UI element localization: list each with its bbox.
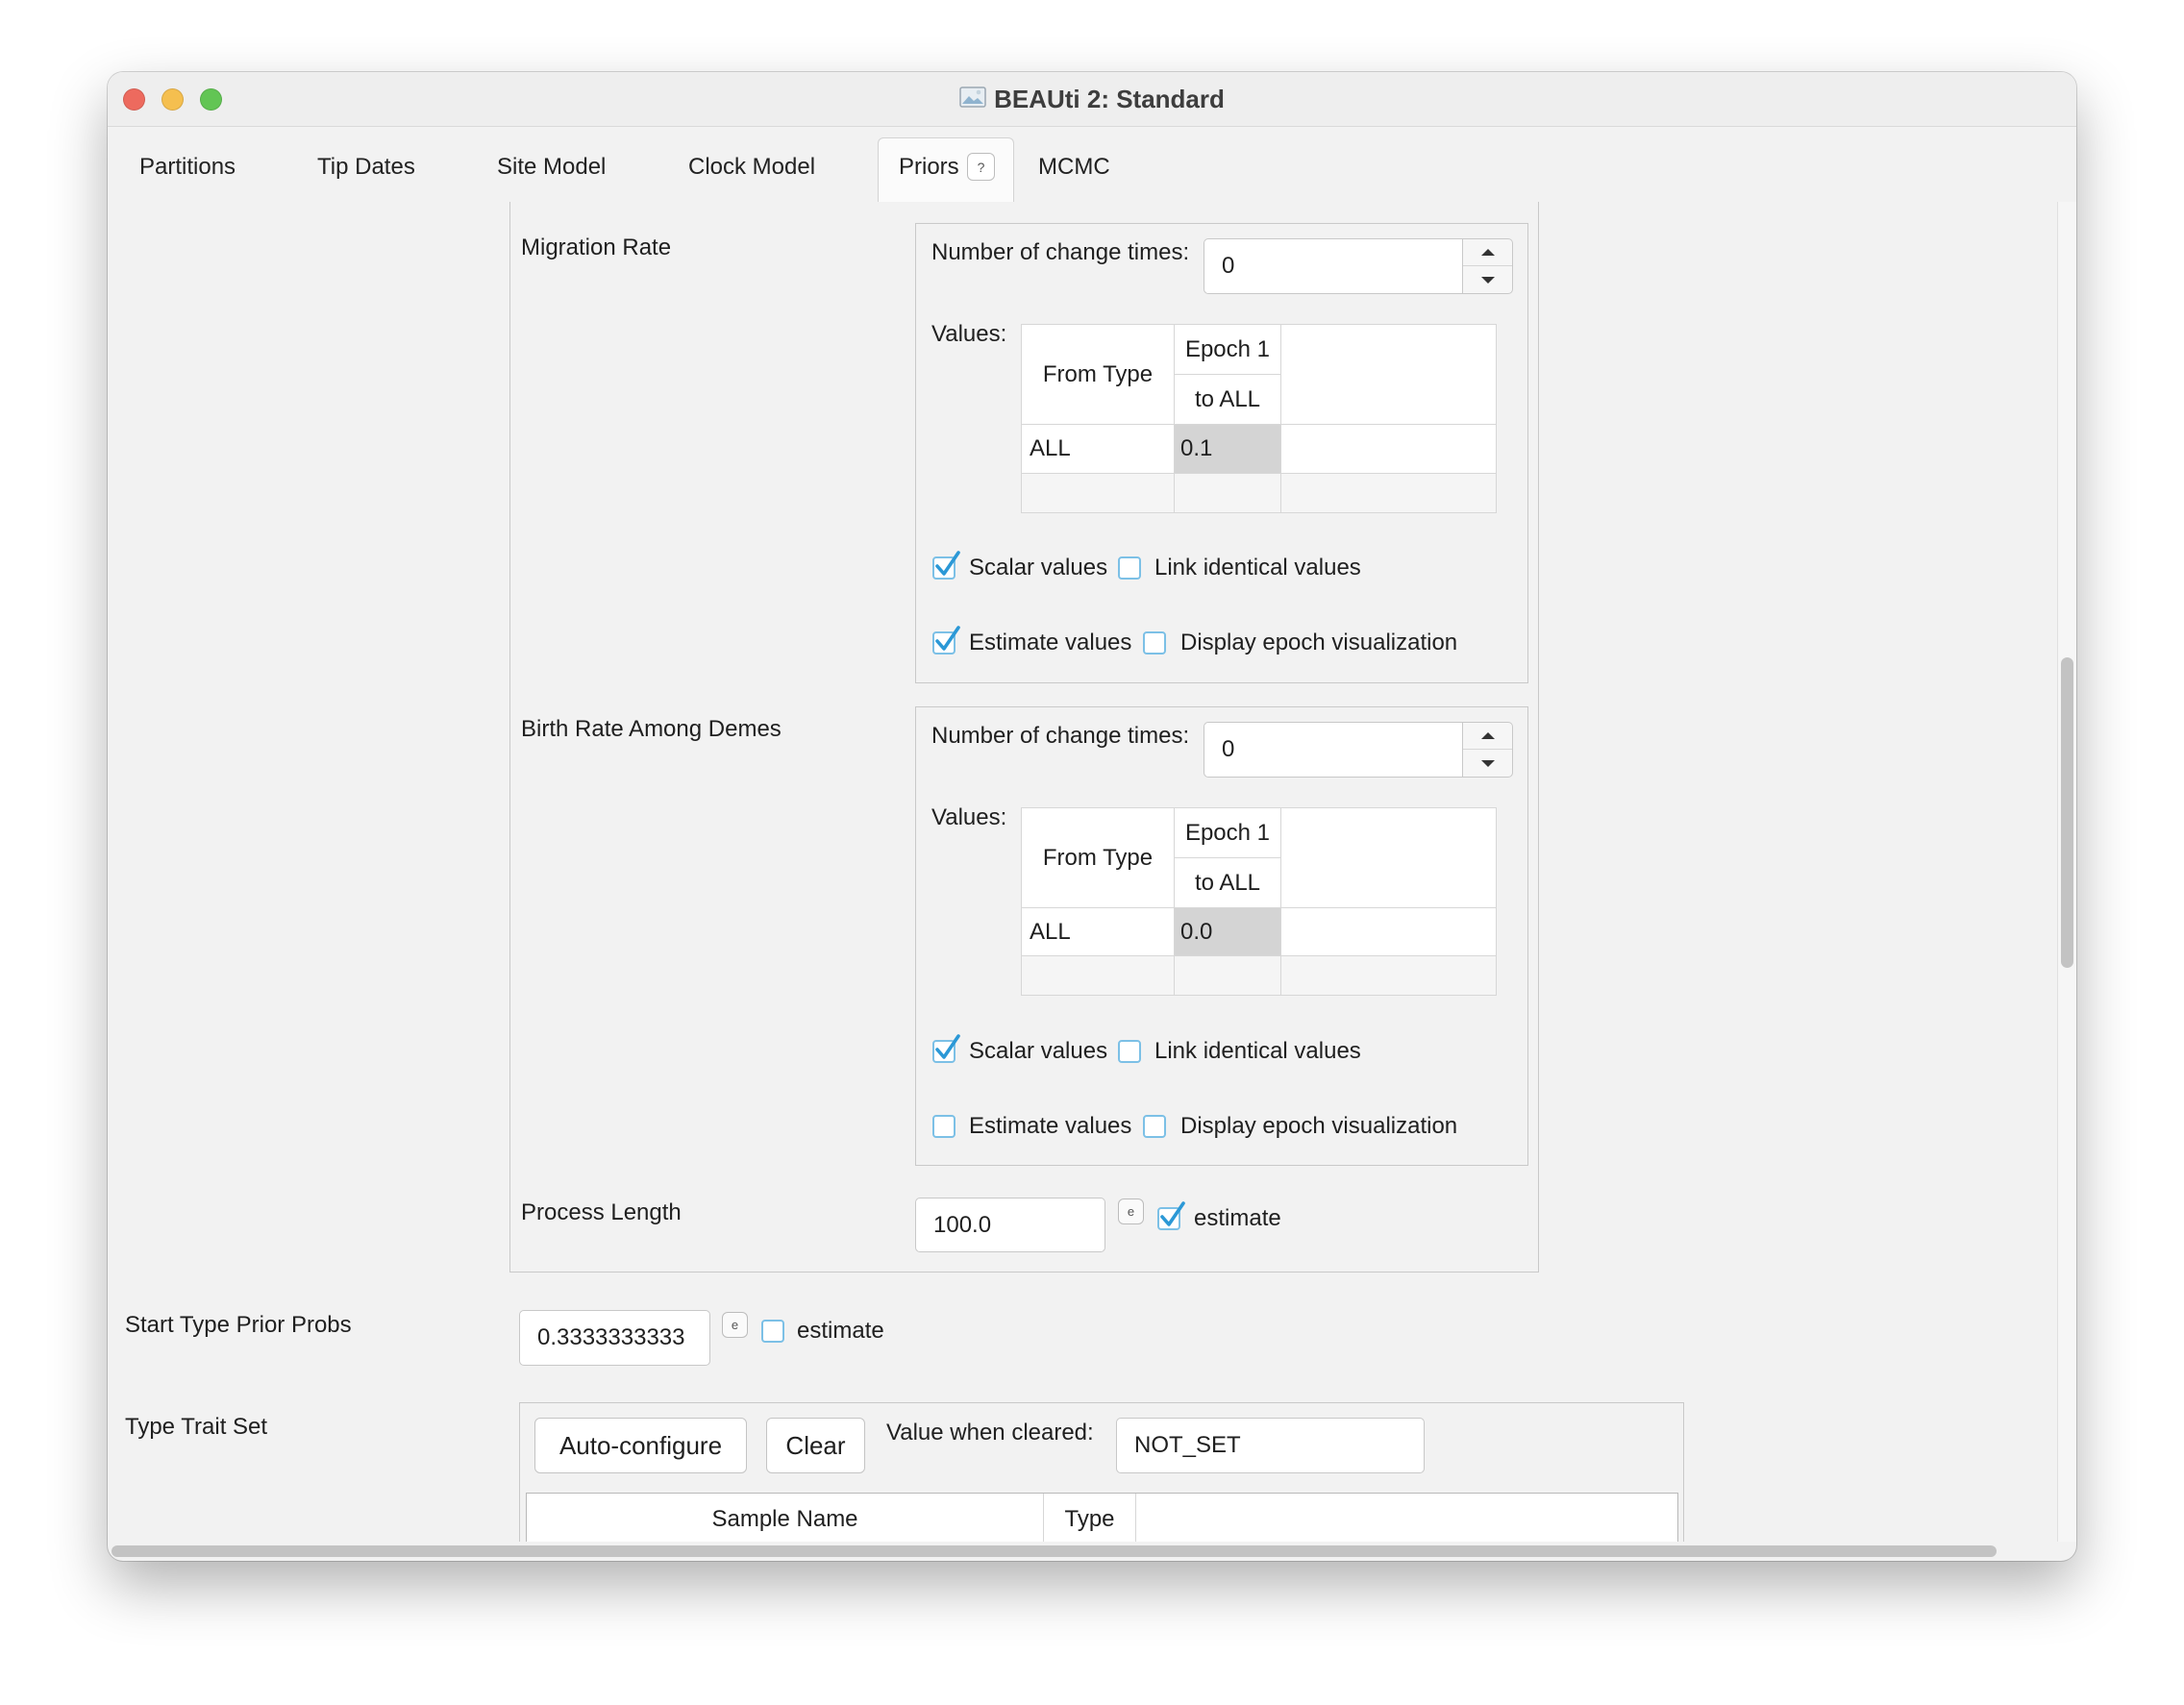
clear-button[interactable]: Clear <box>766 1418 865 1473</box>
scalar-values-label: Scalar values <box>969 1038 1108 1064</box>
tab-partitions[interactable]: Partitions <box>139 153 236 182</box>
sample-name-column-header[interactable]: Sample Name <box>527 1494 1044 1542</box>
estimate-values-label: Estimate values <box>969 630 1132 655</box>
birth-rate-among-demes-editor: Number of change times: Values: From Typ… <box>915 706 1528 1166</box>
priors-help-button[interactable]: ? <box>967 153 995 181</box>
link-identical-values-label: Link identical values <box>1154 1038 1361 1064</box>
blank-cell <box>1280 907 1497 956</box>
change-times-spinner[interactable] <box>1463 238 1513 294</box>
blank-header <box>1280 324 1497 425</box>
birth-rate-values-table: From Type Epoch 1 to ALL ALL 0.0 <box>1021 807 1497 996</box>
blank-cell <box>1280 424 1497 474</box>
table-row: ALL 0.0 <box>1021 907 1497 956</box>
epoch-header: Epoch 1 <box>1174 324 1281 375</box>
change-times-label: Number of change times: <box>931 723 1190 749</box>
scalar-values-checkbox[interactable] <box>932 551 960 580</box>
from-type-header: From Type <box>1021 324 1175 425</box>
value-when-cleared-input[interactable] <box>1116 1418 1425 1473</box>
scalar-values-checkbox[interactable] <box>932 1034 960 1063</box>
change-times-label: Number of change times: <box>931 239 1190 265</box>
display-epoch-visualization-label: Display epoch visualization <box>1180 630 1458 655</box>
title-bar: BEAUti 2: Standard <box>108 72 2076 127</box>
window-title-group: BEAUti 2: Standard <box>108 72 2076 127</box>
values-label: Values: <box>931 804 1007 830</box>
auto-configure-button[interactable]: Auto-configure <box>534 1418 747 1473</box>
type-trait-table-header: Sample Name Type <box>526 1493 1678 1542</box>
birth-rate-among-demes-label: Birth Rate Among Demes <box>521 716 782 742</box>
change-times-input[interactable] <box>1204 722 1463 778</box>
tab-mcmc[interactable]: MCMC <box>1038 153 1110 182</box>
spinner-up-icon[interactable] <box>1463 239 1512 266</box>
process-length-edit-button[interactable]: e <box>1118 1198 1144 1224</box>
priors-content-area: Migration Rate Number of change times: V… <box>108 202 2057 1542</box>
estimate-values-checkbox[interactable] <box>932 1115 956 1138</box>
type-trait-set-label: Type Trait Set <box>125 1414 268 1440</box>
estimate-values-label: Estimate values <box>969 1113 1132 1139</box>
rate-value-cell[interactable]: 0.0 <box>1174 907 1281 956</box>
type-trait-set-editor: Auto-configure Clear Value when cleared:… <box>519 1402 1684 1542</box>
display-epoch-visualization-checkbox[interactable] <box>1143 1115 1166 1138</box>
empty-row <box>1021 473 1497 513</box>
horizontal-scrollbar-thumb[interactable] <box>112 1545 1997 1557</box>
rate-value-cell[interactable]: 0.1 <box>1174 424 1281 474</box>
process-length-input[interactable] <box>915 1198 1105 1252</box>
change-times-input[interactable] <box>1204 238 1463 294</box>
type-column-header[interactable]: Type <box>1044 1494 1136 1542</box>
migration-rate-editor: Number of change times: Values: From Typ… <box>915 223 1528 683</box>
start-type-prior-probs-edit-button[interactable]: e <box>722 1312 748 1338</box>
document-image-icon <box>959 85 986 114</box>
process-length-estimate-label: estimate <box>1194 1205 1281 1231</box>
blank-header <box>1280 807 1497 908</box>
change-times-spinner[interactable] <box>1463 722 1513 778</box>
scalar-values-label: Scalar values <box>969 555 1108 581</box>
epoch-to-header: to ALL <box>1174 857 1281 908</box>
migration-rate-values-table: From Type Epoch 1 to ALL ALL 0.1 <box>1021 324 1497 513</box>
beauti-window: BEAUti 2: Standard Partitions Tip Dates … <box>108 72 2076 1561</box>
tab-clock-model[interactable]: Clock Model <box>688 153 815 182</box>
link-identical-values-checkbox[interactable] <box>1118 556 1141 580</box>
from-type-header: From Type <box>1021 807 1175 908</box>
estimate-values-checkbox[interactable] <box>932 626 960 655</box>
start-type-prior-probs-label: Start Type Prior Probs <box>125 1312 352 1338</box>
start-type-prior-probs-estimate-checkbox[interactable] <box>761 1320 784 1343</box>
process-length-label: Process Length <box>521 1199 682 1225</box>
values-label: Values: <box>931 321 1007 347</box>
table-row: ALL 0.1 <box>1021 424 1497 474</box>
vertical-scrollbar[interactable] <box>2057 202 2076 1542</box>
migration-rate-label: Migration Rate <box>521 235 672 260</box>
process-length-estimate-checkbox[interactable] <box>1157 1201 1185 1230</box>
value-when-cleared-label: Value when cleared: <box>886 1420 1094 1446</box>
tab-tip-dates[interactable]: Tip Dates <box>317 153 415 182</box>
window-title: BEAUti 2: Standard <box>994 85 1225 113</box>
empty-row <box>1021 955 1497 996</box>
start-type-prior-probs-input[interactable] <box>519 1310 710 1366</box>
tab-priors[interactable]: Priors <box>899 153 959 182</box>
link-identical-values-checkbox[interactable] <box>1118 1040 1141 1063</box>
start-type-prior-probs-estimate-label: estimate <box>797 1318 884 1344</box>
spinner-up-icon[interactable] <box>1463 723 1512 750</box>
tab-site-model[interactable]: Site Model <box>497 153 606 182</box>
display-epoch-visualization-checkbox[interactable] <box>1143 631 1166 655</box>
row-from-type: ALL <box>1021 424 1175 474</box>
horizontal-scrollbar[interactable] <box>108 1542 2057 1561</box>
spinner-down-icon[interactable] <box>1463 266 1512 293</box>
row-from-type: ALL <box>1021 907 1175 956</box>
link-identical-values-label: Link identical values <box>1154 555 1361 581</box>
vertical-scrollbar-thumb[interactable] <box>2061 657 2073 968</box>
epoch-header: Epoch 1 <box>1174 807 1281 858</box>
epoch-to-header: to ALL <box>1174 374 1281 425</box>
display-epoch-visualization-label: Display epoch visualization <box>1180 1113 1458 1139</box>
spinner-down-icon[interactable] <box>1463 750 1512 777</box>
